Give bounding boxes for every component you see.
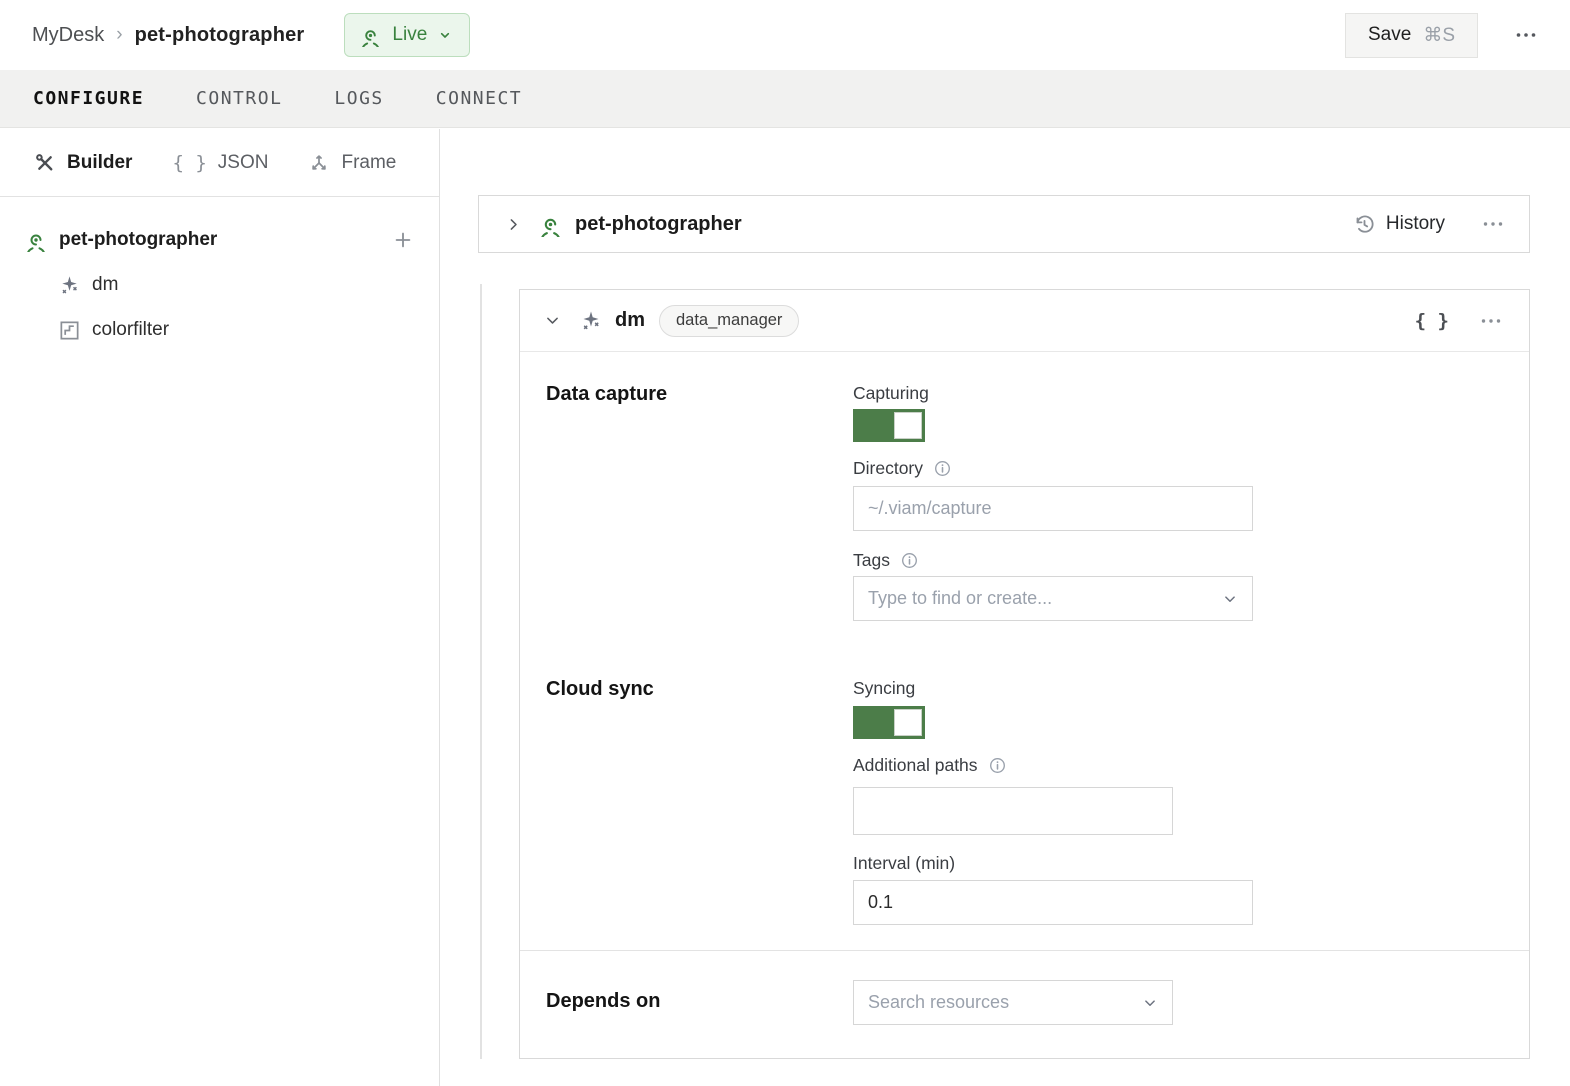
syncing-label: Syncing: [853, 678, 915, 698]
machine-part-card: pet-photographer History: [478, 195, 1530, 253]
view-json-button[interactable]: { }: [1415, 310, 1449, 332]
main-tab-bar: CONFIGURE CONTROL LOGS CONNECT: [0, 70, 1570, 128]
add-resource-button[interactable]: [392, 229, 414, 251]
section-label-data-capture: Data capture: [546, 383, 853, 621]
ellipsis-icon: [1479, 309, 1503, 333]
status-badge: Live: [392, 24, 427, 46]
depends-on-placeholder: Search resources: [868, 992, 1009, 1013]
capturing-toggle[interactable]: [853, 409, 925, 442]
directory-label: Directory: [853, 458, 923, 478]
collapse-resource-button[interactable]: [544, 312, 561, 329]
capturing-label: Capturing: [853, 383, 929, 403]
resource-card-header: dm data_manager { }: [520, 290, 1529, 352]
breadcrumb: MyDesk › pet-photographer: [32, 24, 304, 47]
section-content: Syncing Additional paths Interval (min): [853, 678, 1253, 925]
save-shortcut-hint: ⌘S: [1423, 24, 1455, 47]
curly-braces-icon: { }: [1415, 310, 1449, 332]
section-content: Search resources: [853, 980, 1173, 1025]
transform-steps-icon: [58, 319, 81, 342]
sparkles-icon: [579, 309, 603, 333]
section-cloud-sync: Cloud sync Syncing Additional paths: [520, 621, 1529, 925]
tags-combobox[interactable]: Type to find or create...: [853, 576, 1253, 621]
tags-label: Tags: [853, 550, 890, 570]
toggle-knob: [894, 709, 922, 736]
mode-frame-label: Frame: [341, 152, 396, 174]
mode-builder[interactable]: Builder: [34, 152, 132, 174]
viam-config-page: MyDesk › pet-photographer Live Save ⌘S: [0, 0, 1570, 1086]
ellipsis-icon: [1481, 212, 1505, 236]
tree-item-machine-label: pet-photographer: [59, 229, 217, 251]
resource-tree: pet-photographer dm: [0, 197, 439, 347]
resource-menu-button[interactable]: [1475, 305, 1507, 337]
depends-on-combobox[interactable]: Search resources: [853, 980, 1173, 1025]
tree-item-dm[interactable]: dm: [0, 268, 439, 302]
mode-json[interactable]: { } JSON: [172, 152, 268, 174]
ellipsis-icon: [1514, 23, 1538, 47]
config-mode-switcher: Builder { } JSON Frame: [0, 129, 439, 197]
additional-paths-info-icon[interactable]: [988, 756, 1007, 775]
resource-name: dm: [615, 309, 645, 332]
resource-model-badge: data_manager: [659, 305, 799, 337]
config-sidebar: Builder { } JSON Frame: [0, 129, 440, 1086]
curly-braces-icon: { }: [172, 152, 206, 174]
additional-paths-input[interactable]: [853, 787, 1173, 835]
history-button[interactable]: History: [1353, 213, 1445, 236]
syncing-toggle[interactable]: [853, 706, 925, 739]
topbar-overflow-menu-button[interactable]: [1508, 17, 1544, 53]
builder-tools-icon: [34, 152, 56, 174]
chevron-down-icon: [437, 27, 453, 43]
resource-card-dm: dm data_manager { } Data capture Capturi…: [519, 289, 1530, 1059]
mode-builder-label: Builder: [67, 152, 132, 174]
section-content: Capturing Directory Tags: [853, 383, 1253, 621]
save-button-label: Save: [1368, 24, 1411, 46]
tree-item-dm-label: dm: [92, 274, 118, 296]
machine-live-icon: [359, 24, 382, 47]
directory-info-icon[interactable]: [933, 459, 952, 478]
tags-info-icon[interactable]: [900, 551, 919, 570]
breadcrumb-org[interactable]: MyDesk: [32, 24, 104, 47]
chevron-down-icon: [1221, 590, 1239, 608]
additional-paths-label: Additional paths: [853, 755, 978, 775]
section-depends-on: Depends on Search resources: [520, 950, 1529, 1025]
section-label-cloud-sync: Cloud sync: [546, 678, 853, 925]
toggle-knob: [894, 412, 922, 439]
chevron-down-icon: [1141, 994, 1159, 1012]
section-label-depends-on: Depends on: [546, 980, 853, 1025]
chevron-right-icon: [505, 216, 522, 233]
expand-machine-card-button[interactable]: [505, 216, 522, 233]
mode-json-label: JSON: [218, 152, 269, 174]
section-data-capture: Data capture Capturing Directory Ta: [520, 352, 1529, 621]
tab-connect[interactable]: CONNECT: [436, 84, 522, 113]
machine-card-menu-button[interactable]: [1477, 208, 1509, 240]
tree-item-colorfilter[interactable]: colorfilter: [0, 313, 439, 347]
machine-live-icon: [24, 228, 48, 252]
breadcrumb-separator-icon: ›: [116, 24, 122, 46]
tags-placeholder: Type to find or create...: [868, 588, 1052, 609]
breadcrumb-machine: pet-photographer: [135, 24, 305, 47]
tab-logs[interactable]: LOGS: [334, 84, 383, 113]
machine-card-title: pet-photographer: [575, 213, 742, 236]
top-bar: MyDesk › pet-photographer Live Save ⌘S: [0, 0, 1570, 70]
tree-item-colorfilter-label: colorfilter: [92, 319, 169, 341]
directory-input[interactable]: [853, 486, 1253, 531]
tab-control[interactable]: CONTROL: [196, 84, 282, 113]
save-button[interactable]: Save ⌘S: [1345, 13, 1478, 58]
plus-icon: [392, 229, 414, 251]
tab-configure[interactable]: CONFIGURE: [33, 84, 144, 113]
history-clock-icon: [1353, 213, 1376, 236]
chevron-down-icon: [544, 312, 561, 329]
sparkles-icon: [58, 274, 81, 297]
interval-input[interactable]: [853, 880, 1253, 925]
interval-label: Interval (min): [853, 853, 955, 873]
machine-live-icon: [538, 212, 563, 237]
history-button-label: History: [1386, 213, 1445, 235]
frame-axes-icon: [308, 152, 330, 174]
tree-item-machine[interactable]: pet-photographer: [0, 223, 439, 257]
machine-status-dropdown[interactable]: Live: [344, 13, 470, 57]
card-connector-line: [480, 284, 482, 1059]
mode-frame[interactable]: Frame: [308, 152, 396, 174]
